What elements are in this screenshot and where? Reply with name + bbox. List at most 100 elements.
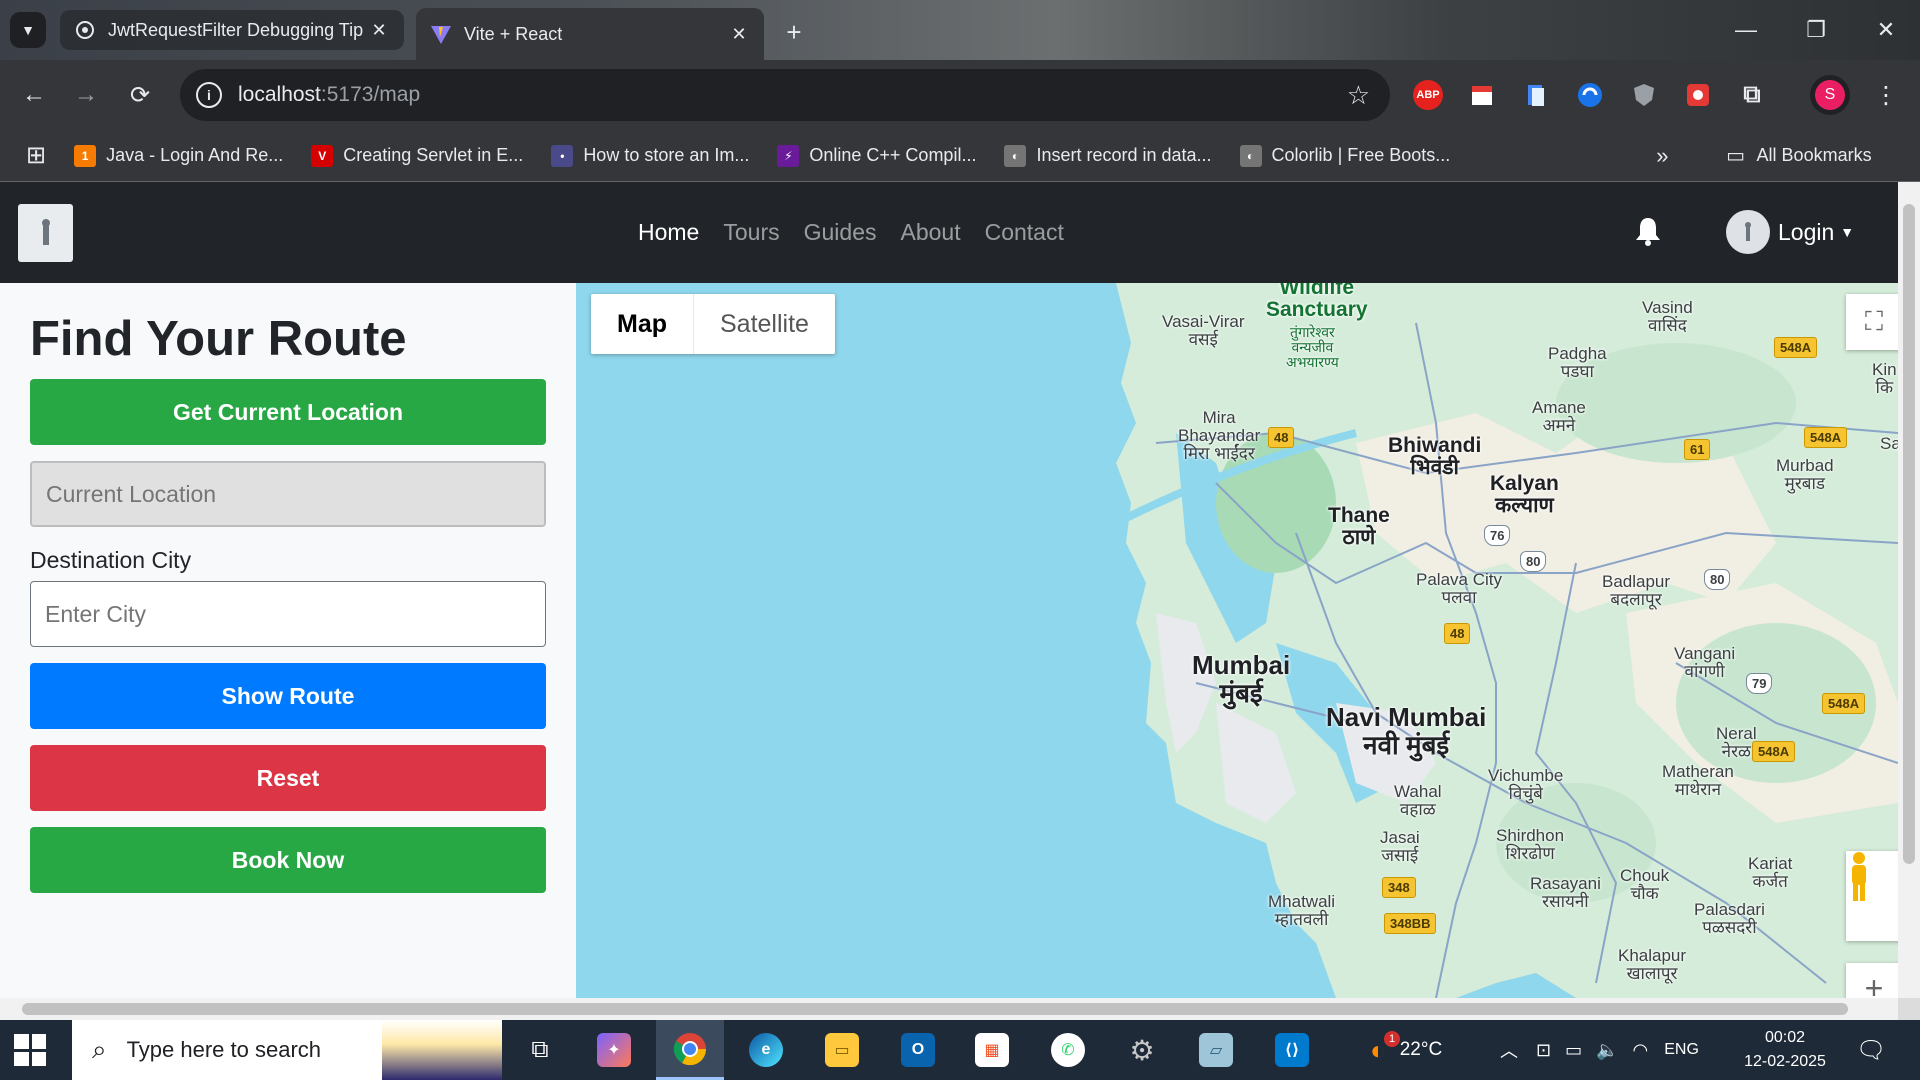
tab-vite-react[interactable]: Vite + React ✕ xyxy=(416,8,764,60)
minimize-button[interactable]: — xyxy=(1716,10,1776,50)
route-shield: 548A xyxy=(1774,337,1818,358)
nav-tours[interactable]: Tours xyxy=(723,219,779,246)
more-bookmarks-chevron-icon[interactable]: » xyxy=(1656,143,1668,169)
page-title: Find Your Route xyxy=(30,312,407,366)
browser-toolbar: ← → ⟳ i localhost:5173/map ☆ ABP ⧉ S ⋮ xyxy=(0,60,1920,130)
calendar-extension-icon[interactable] xyxy=(1464,77,1500,113)
scroll-thumb[interactable] xyxy=(1903,204,1915,864)
wifi-icon[interactable]: ◠ xyxy=(1633,1040,1649,1061)
adblock-extension-icon[interactable]: ABP xyxy=(1410,77,1446,113)
apps-grid-icon[interactable]: ⊞ xyxy=(26,141,46,170)
site-logo[interactable] xyxy=(18,204,73,262)
google-map[interactable]: Map Satellite ⛶ Wildlife Sanctuary तुंगार… xyxy=(576,283,1898,998)
extensions-puzzle-icon[interactable]: ⧉ xyxy=(1734,77,1770,113)
vertical-scrollbar[interactable] xyxy=(1898,182,1920,998)
bookmark-item[interactable]: 1 Java - Login And Re... xyxy=(74,144,283,167)
copilot-icon[interactable]: ✦ xyxy=(580,1020,648,1080)
new-tab-button[interactable]: + xyxy=(776,14,812,50)
shield-extension-icon[interactable] xyxy=(1626,77,1662,113)
restore-button[interactable]: ❐ xyxy=(1786,10,1846,50)
tab-search-button[interactable]: ▼ xyxy=(10,12,46,48)
battery-icon[interactable]: ▭ xyxy=(1565,1040,1582,1061)
nav-contact[interactable]: Contact xyxy=(985,219,1064,246)
address-bar[interactable]: i localhost:5173/map ☆ xyxy=(180,69,1390,121)
docs-extension-icon[interactable] xyxy=(1518,77,1554,113)
show-route-button[interactable]: Show Route xyxy=(30,663,546,729)
sync-extension-icon[interactable] xyxy=(1572,77,1608,113)
vscode-icon[interactable]: ⟨⟩ xyxy=(1258,1020,1326,1080)
current-location-input[interactable] xyxy=(30,461,546,527)
close-icon[interactable]: ✕ xyxy=(368,20,390,41)
taskbar-search[interactable]: ⌕ Type here to search xyxy=(72,1020,502,1080)
map-label: Sa xyxy=(1880,434,1898,453)
weather-icon: ◐ 1 xyxy=(1370,1030,1400,1066)
route-shield: 348 xyxy=(1382,877,1416,898)
file-explorer-icon[interactable]: ▭ xyxy=(808,1020,876,1080)
close-icon[interactable]: ✕ xyxy=(728,24,750,45)
route-shield: 80 xyxy=(1520,551,1547,572)
login-label: Login xyxy=(1778,218,1835,245)
nav-home[interactable]: Home xyxy=(638,219,699,246)
notifications-icon[interactable]: 🗨 xyxy=(1856,1020,1886,1080)
site-navbar: Home Tours Guides About Contact Login ▼ xyxy=(0,182,1898,283)
close-window-button[interactable]: ✕ xyxy=(1856,10,1916,50)
horizontal-scrollbar[interactable] xyxy=(0,998,1898,1020)
bookmark-star-icon[interactable]: ☆ xyxy=(1347,80,1370,111)
edge-icon[interactable]: e xyxy=(732,1020,800,1080)
volume-icon[interactable]: 🔈 xyxy=(1596,1040,1618,1061)
bookmark-item[interactable]: ⚡ Online C++ Compil... xyxy=(777,144,976,167)
tab-jwt[interactable]: JwtRequestFilter Debugging Tip ✕ xyxy=(60,10,404,50)
weather-widget[interactable]: ◐ 1 22°C xyxy=(1370,1020,1442,1080)
map-label: Khalapur खालापूर xyxy=(1618,946,1687,983)
reload-button[interactable]: ⟳ xyxy=(120,75,160,115)
bookmark-item[interactable]: ◐ Insert record in data... xyxy=(1004,144,1212,167)
book-now-button[interactable]: Book Now xyxy=(30,827,546,893)
system-tray: ︿ ⊡ ▭ 🔈 ◠ ENG xyxy=(1500,1020,1699,1080)
profile-avatar[interactable]: S xyxy=(1810,75,1850,115)
bookmark-item[interactable]: • How to store an Im... xyxy=(551,144,749,167)
clock[interactable]: 00:02 12-02-2025 xyxy=(1730,1026,1840,1074)
map-label: Thane ठाणे xyxy=(1328,504,1390,549)
reset-button[interactable]: Reset xyxy=(30,745,546,811)
task-view-icon[interactable]: ⧉ xyxy=(506,1020,574,1080)
notebook-app-icon[interactable]: ▱ xyxy=(1182,1020,1250,1080)
bookmark-item[interactable]: ◐ Colorlib | Free Boots... xyxy=(1239,144,1450,167)
windows-start-icon[interactable] xyxy=(14,1034,46,1066)
menu-kebab-icon[interactable]: ⋮ xyxy=(1866,75,1906,115)
route-shield: 48 xyxy=(1444,623,1471,644)
map-type-satellite[interactable]: Satellite xyxy=(694,294,835,354)
microsoft-store-icon[interactable]: ▦ xyxy=(958,1020,1026,1080)
url-text[interactable]: localhost:5173/map xyxy=(238,83,420,107)
map-label: Badlapur बदलापूर xyxy=(1602,572,1671,609)
settings-gear-icon[interactable]: ⚙ xyxy=(1108,1020,1176,1080)
get-current-location-button[interactable]: Get Current Location xyxy=(30,379,546,445)
destination-city-input[interactable] xyxy=(30,581,546,647)
map-type-control: Map Satellite xyxy=(591,294,835,354)
zoom-in-button[interactable]: + xyxy=(1846,963,1898,998)
nav-about[interactable]: About xyxy=(900,219,960,246)
info-icon[interactable]: i xyxy=(196,82,222,108)
forward-button[interactable]: → xyxy=(66,75,106,115)
nav-guides[interactable]: Guides xyxy=(804,219,877,246)
chrome-taskbar-icon[interactable] xyxy=(656,1020,724,1080)
fullscreen-icon[interactable]: ⛶ xyxy=(1846,294,1898,350)
map-label: Mumbai मुंबई xyxy=(1192,650,1291,708)
search-highlight-art xyxy=(382,1020,502,1080)
bookmark-item[interactable]: V Creating Servlet in E... xyxy=(311,144,523,167)
meet-now-icon[interactable]: ⊡ xyxy=(1536,1040,1551,1061)
chevron-up-icon[interactable]: ︿ xyxy=(1500,1037,1518,1063)
puzzle-red-extension-icon[interactable] xyxy=(1680,77,1716,113)
outlook-icon[interactable]: O xyxy=(884,1020,952,1080)
bell-icon[interactable] xyxy=(1634,216,1662,253)
map-label: Rasayani रसायनी xyxy=(1530,874,1601,911)
folder-icon: ▭ xyxy=(1726,145,1745,167)
login-dropdown[interactable]: Login ▼ xyxy=(1726,210,1854,254)
pegman-icon[interactable] xyxy=(1846,851,1898,941)
language-indicator[interactable]: ENG xyxy=(1664,1041,1699,1059)
scroll-thumb[interactable] xyxy=(22,1003,1848,1015)
all-bookmarks-folder[interactable]: ▭ All Bookmarks xyxy=(1725,145,1871,167)
route-shield: 48 xyxy=(1268,427,1295,448)
whatsapp-icon[interactable]: ✆ xyxy=(1034,1020,1102,1080)
map-type-map[interactable]: Map xyxy=(591,294,694,354)
back-button[interactable]: ← xyxy=(14,75,54,115)
